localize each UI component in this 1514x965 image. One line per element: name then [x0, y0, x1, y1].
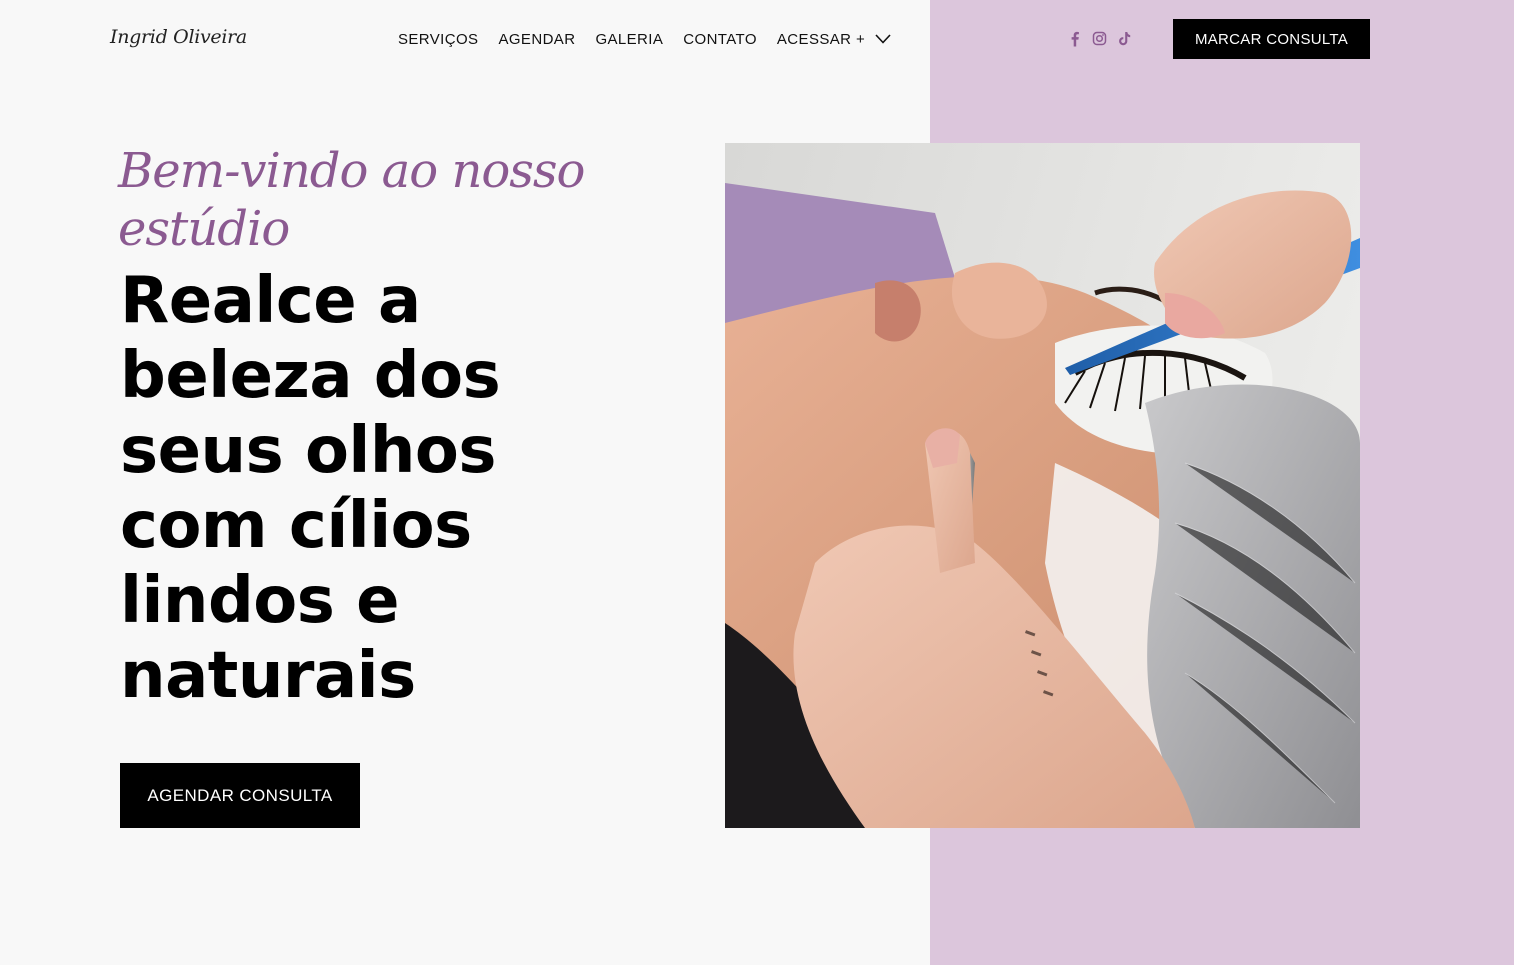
eyelash-extension-photo [725, 143, 1360, 828]
nav-item-acessar-label: ACESSAR + [776, 30, 866, 48]
hero-headline: Realce a beleza dos seus olhos com cílio… [120, 264, 501, 713]
welcome-text: Bem-vindo ao nosso estúdio [118, 143, 585, 257]
nav-item-galeria[interactable]: GALERIA [595, 31, 663, 48]
social-links [1067, 30, 1132, 47]
nav-item-servicos[interactable]: SERVIÇOS [398, 31, 478, 48]
tiktok-icon[interactable] [1117, 30, 1132, 47]
main-nav: SERVIÇOS AGENDAR GALERIA CONTATO ACESSAR… [398, 29, 891, 49]
chevron-down-icon [875, 34, 891, 44]
schedule-appointment-button[interactable]: AGENDAR CONSULTA [120, 763, 360, 828]
book-appointment-button[interactable]: MARCAR CONSULTA [1173, 19, 1370, 59]
site-logo[interactable]: Ingrid Oliveira [110, 26, 247, 48]
facebook-icon[interactable] [1067, 30, 1082, 47]
nav-item-contato[interactable]: CONTATO [683, 31, 757, 48]
nav-item-acessar[interactable]: ACESSAR + [777, 31, 891, 48]
nav-item-agendar[interactable]: AGENDAR [498, 31, 575, 48]
instagram-icon[interactable] [1092, 30, 1107, 47]
